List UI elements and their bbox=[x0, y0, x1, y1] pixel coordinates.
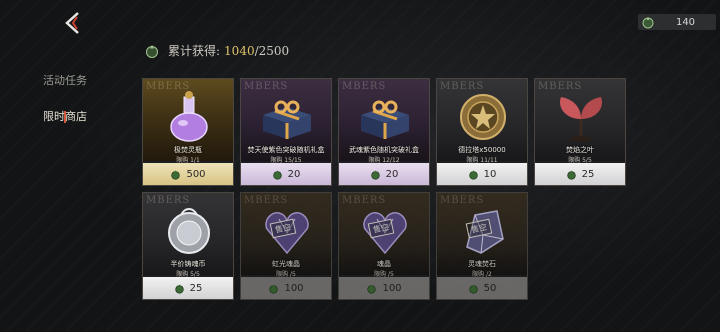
sidebar-item-limited-shop[interactable]: 限时商店 bbox=[0, 106, 130, 128]
progress-label: 累计获得: bbox=[168, 44, 221, 58]
currency-value: 140 bbox=[675, 16, 696, 28]
back-arrow-icon bbox=[65, 12, 79, 34]
shop-item-card[interactable]: MBERS 德拉塔x50000 限购 11/11 10 bbox=[436, 78, 528, 186]
soul-currency-icon bbox=[171, 169, 181, 180]
soul-currency-icon bbox=[367, 283, 377, 294]
price-value: 100 bbox=[284, 282, 304, 294]
red-leaf-icon bbox=[551, 89, 611, 145]
price-value: 500 bbox=[186, 168, 206, 180]
soul-currency-icon bbox=[566, 169, 576, 180]
sidebar: 活动任务 限时商店 bbox=[0, 70, 130, 142]
currency-display: 140 bbox=[638, 14, 716, 30]
shop-item-card[interactable]: MBERS 焚天使紫色突破随机礼盒 限购 15/15 20 bbox=[240, 78, 332, 186]
item-name: 灵魂焚石 bbox=[468, 260, 496, 268]
accumulated-progress: 累计获得: 1040 /2500 bbox=[144, 42, 289, 59]
price-value: 25 bbox=[581, 168, 595, 180]
item-price[interactable]: 20 bbox=[241, 163, 331, 185]
progress-current: 1040 bbox=[224, 43, 255, 58]
price-value: 20 bbox=[287, 168, 301, 180]
price-value: 50 bbox=[483, 282, 497, 294]
silver-coin-icon bbox=[159, 203, 219, 259]
gift-box-icon bbox=[355, 89, 415, 145]
item-price[interactable]: 100 bbox=[339, 277, 429, 299]
item-name: 焚焰之叶 bbox=[566, 146, 594, 154]
price-value: 25 bbox=[189, 282, 203, 294]
item-name: 半价铸魂币 bbox=[170, 260, 206, 268]
item-name: 极焚灵瓶 bbox=[174, 146, 202, 154]
soul-currency-icon bbox=[642, 17, 654, 29]
item-price[interactable]: 500 bbox=[143, 163, 233, 185]
price-value: 100 bbox=[382, 282, 402, 294]
item-name: 武魂紫色随机突破礼盒 bbox=[349, 146, 419, 154]
sidebar-item-tasks[interactable]: 活动任务 bbox=[0, 70, 130, 92]
soul-currency-icon bbox=[174, 283, 184, 294]
item-price[interactable]: 20 bbox=[339, 163, 429, 185]
item-name: 虹光魂晶 bbox=[272, 260, 300, 268]
price-value: 20 bbox=[385, 168, 399, 180]
gold-coin-icon bbox=[453, 89, 513, 145]
potion-bottle-icon bbox=[159, 89, 219, 145]
item-price[interactable]: 25 bbox=[143, 277, 233, 299]
soul-currency-icon bbox=[269, 283, 279, 294]
shop-item-card[interactable]: MBERS 售空 虹光魂晶 限购 /5 100 bbox=[240, 192, 332, 300]
gift-box-icon bbox=[257, 89, 317, 145]
shop-item-card[interactable]: MBERS 极焚灵瓶 限购 1/1 500 bbox=[142, 78, 234, 186]
item-name: 焚天使紫色突破随机礼盒 bbox=[247, 146, 325, 154]
soul-currency-icon bbox=[146, 44, 158, 58]
price-value: 10 bbox=[483, 168, 497, 180]
shop-item-card[interactable]: MBERS 武魂紫色随机突破礼盒 限购 12/12 20 bbox=[338, 78, 430, 186]
shop-item-card[interactable]: MBERS 售空 魂晶 限购 /5 100 bbox=[338, 192, 430, 300]
item-price[interactable]: 25 bbox=[535, 163, 625, 185]
shop-item-card[interactable]: MBERS 半价铸魂币 限购 5/5 25 bbox=[142, 192, 234, 300]
item-name: 德拉塔x50000 bbox=[458, 146, 506, 154]
shop-item-card[interactable]: MBERS 售空 灵魂焚石 限购 /2 50 bbox=[436, 192, 528, 300]
back-button[interactable] bbox=[58, 8, 88, 38]
progress-total: /2500 bbox=[254, 43, 290, 58]
soul-currency-icon bbox=[370, 169, 380, 180]
shop-item-card[interactable]: MBERS 焚焰之叶 限购 5/5 25 bbox=[534, 78, 626, 186]
item-price[interactable]: 10 bbox=[437, 163, 527, 185]
soul-currency-icon bbox=[468, 283, 478, 294]
item-price[interactable]: 50 bbox=[437, 277, 527, 299]
item-name: 魂晶 bbox=[377, 260, 391, 268]
item-price[interactable]: 100 bbox=[241, 277, 331, 299]
soul-currency-icon bbox=[272, 169, 282, 180]
soul-currency-icon bbox=[468, 169, 478, 180]
